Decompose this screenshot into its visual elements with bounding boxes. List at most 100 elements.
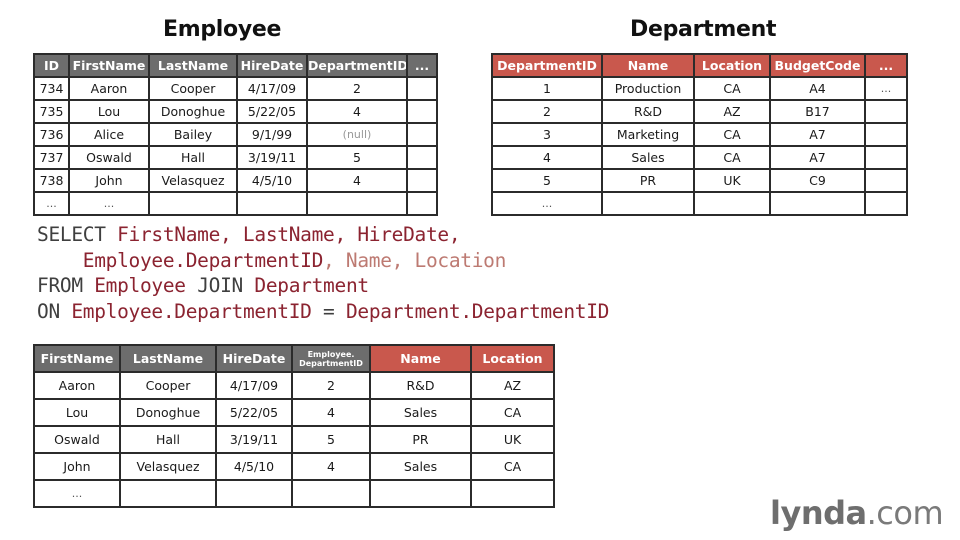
cell: 737 xyxy=(33,145,70,170)
cell xyxy=(769,191,866,216)
cell xyxy=(864,122,908,147)
department-header-budgetcode: BudgetCode xyxy=(769,53,866,78)
cell: PR xyxy=(601,168,695,193)
sql-keyword-on: ON xyxy=(37,299,60,323)
cell: Lou xyxy=(68,99,150,124)
cell: 1 xyxy=(491,76,603,101)
table-row: ... xyxy=(491,191,908,216)
cell: Aaron xyxy=(68,76,150,101)
sql-join-right: Department.DepartmentID xyxy=(345,299,610,323)
cell: Velasquez xyxy=(119,452,217,481)
employee-header-firstname: FirstName xyxy=(68,53,150,78)
cell xyxy=(369,479,472,508)
table-row: 5 PR UK C9 xyxy=(491,168,908,193)
sql-keyword-join: JOIN xyxy=(197,274,243,297)
result-header-departmentid-suffix: DepartmentID xyxy=(299,358,363,368)
cell: 5/22/05 xyxy=(236,99,308,124)
cell: Cooper xyxy=(119,371,217,400)
cell: 5/22/05 xyxy=(215,398,293,427)
department-header-departmentid: DepartmentID xyxy=(491,53,603,78)
cell: Hall xyxy=(148,145,238,170)
cell: Sales xyxy=(369,452,472,481)
cell: A4 xyxy=(769,76,866,101)
table-row: ...... xyxy=(33,191,438,216)
cell: ... xyxy=(68,191,150,216)
cell xyxy=(215,479,293,508)
cell: CA xyxy=(693,76,771,101)
cell: 5 xyxy=(291,425,371,454)
employee-header-hiredate: HireDate xyxy=(236,53,308,78)
result-table: FirstName LastName HireDate Employee. Dep… xyxy=(33,344,555,508)
sql-join-left: Employee.DepartmentID xyxy=(71,299,312,323)
result-header-row: FirstName LastName HireDate Employee. Dep… xyxy=(33,344,555,373)
table-row: Lou Donoghue 5/22/05 4 Sales CA xyxy=(33,398,555,427)
sql-join-operator: = xyxy=(323,299,335,323)
employee-header-lastname: LastName xyxy=(148,53,238,78)
cell: ... xyxy=(33,479,121,508)
cell xyxy=(291,479,371,508)
cell: Aaron xyxy=(33,371,121,400)
cell: Donoghue xyxy=(148,99,238,124)
result-header-location: Location xyxy=(470,344,555,373)
cell: A7 xyxy=(769,145,866,170)
sql-select-added-columns: , Name, Location xyxy=(323,248,507,272)
cell: C9 xyxy=(769,168,866,193)
cell: Lou xyxy=(33,398,121,427)
cell: Velasquez xyxy=(148,168,238,193)
table-row: 736 Alice Bailey 9/1/99 (null) xyxy=(33,122,438,147)
cell: 4/17/09 xyxy=(215,371,293,400)
cell xyxy=(864,145,908,170)
cell xyxy=(406,145,438,170)
cell: Sales xyxy=(601,145,695,170)
employee-header-more: ... xyxy=(406,53,438,78)
result-header-name: Name xyxy=(369,344,472,373)
table-row: 738 John Velasquez 4/5/10 4 xyxy=(33,168,438,193)
cell: 4 xyxy=(491,145,603,170)
cell: 2 xyxy=(306,76,408,101)
cell: Bailey xyxy=(148,122,238,147)
table-row: Aaron Cooper 4/17/09 2 R&D AZ xyxy=(33,371,555,400)
cell: 3/19/11 xyxy=(236,145,308,170)
cell xyxy=(406,122,438,147)
cell: AZ xyxy=(470,371,555,400)
sql-query: SELECT FirstName, LastName, HireDate, Em… xyxy=(37,222,609,324)
cell: 4/5/10 xyxy=(236,168,308,193)
cell: 738 xyxy=(33,168,70,193)
sql-select-columns: FirstName, LastName, HireDate, xyxy=(117,223,461,246)
table-row: 734 Aaron Cooper 4/17/09 2 xyxy=(33,76,438,101)
cell: ... xyxy=(33,191,70,216)
sql-indent xyxy=(37,249,83,272)
cell: UK xyxy=(693,168,771,193)
table-row: 1 Production CA A4... xyxy=(491,76,908,101)
null-cell: (null) xyxy=(306,122,408,147)
cell: UK xyxy=(470,425,555,454)
cell: Oswald xyxy=(68,145,150,170)
cell xyxy=(864,99,908,124)
cell xyxy=(406,168,438,193)
lynda-logo: lynda.com xyxy=(770,494,944,532)
table-row: ... xyxy=(33,479,555,508)
cell: 2 xyxy=(291,371,371,400)
table-row: Oswald Hall 3/19/11 5 PR UK xyxy=(33,425,555,454)
cell: 4 xyxy=(291,398,371,427)
cell: ... xyxy=(491,191,603,216)
cell xyxy=(693,191,771,216)
result-header-hiredate: HireDate xyxy=(215,344,293,373)
department-header-more: ... xyxy=(864,53,908,78)
employee-header-row: ID FirstName LastName HireDate Departmen… xyxy=(33,53,438,78)
employee-table: ID FirstName LastName HireDate Departmen… xyxy=(33,53,438,216)
sql-keyword-from: FROM xyxy=(37,274,83,297)
cell: B17 xyxy=(769,99,866,124)
cell: CA xyxy=(693,122,771,147)
cell: A7 xyxy=(769,122,866,147)
result-header-firstname: FirstName xyxy=(33,344,121,373)
cell: 2 xyxy=(491,99,603,124)
department-header-row: DepartmentID Name Location BudgetCode ..… xyxy=(491,53,908,78)
cell: 4/17/09 xyxy=(236,76,308,101)
cell xyxy=(406,191,438,216)
cell: CA xyxy=(470,452,555,481)
department-header-location: Location xyxy=(693,53,771,78)
cell: 3/19/11 xyxy=(215,425,293,454)
cell: 5 xyxy=(306,145,408,170)
cell: ... xyxy=(864,76,908,101)
